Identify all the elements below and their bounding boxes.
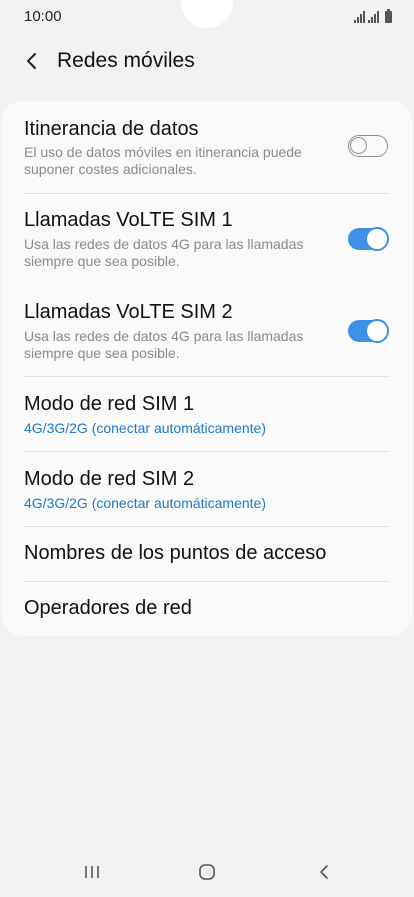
status-time: 10:00: [24, 8, 62, 25]
recent-apps-button[interactable]: [72, 858, 112, 886]
camera-notch: [181, 0, 233, 28]
setting-value: 4G/3G/2G (conectar automáticamente): [24, 495, 266, 511]
status-icons: [354, 9, 392, 23]
back-button[interactable]: [16, 46, 48, 76]
setting-value: 4G/3G/2G (conectar automáticamente): [24, 420, 266, 436]
signal-sim1-icon: [354, 11, 365, 23]
signal-sim2-icon: [368, 11, 379, 23]
volte-sim2-toggle[interactable]: [348, 319, 389, 343]
setting-title: Itinerancia de datos: [24, 118, 199, 140]
back-icon: [320, 865, 328, 879]
setting-title: Llamadas VoLTE SIM 2: [24, 301, 233, 323]
recent-apps-icon: [85, 866, 99, 878]
page-title: Redes móviles: [57, 49, 195, 72]
header: Redes móviles: [0, 36, 414, 86]
setting-network-mode-sim2[interactable]: Modo de red SIM 2 4G/3G/2G (conectar aut…: [2, 452, 412, 526]
volte-sim1-toggle[interactable]: [348, 227, 389, 251]
home-button[interactable]: [187, 858, 227, 886]
home-icon: [199, 864, 215, 880]
setting-title: Llamadas VoLTE SIM 1: [24, 209, 233, 231]
settings-card: Itinerancia de datos El uso de datos móv…: [2, 101, 412, 636]
data-roaming-toggle[interactable]: [348, 135, 388, 157]
setting-network-mode-sim1[interactable]: Modo de red SIM 1 4G/3G/2G (conectar aut…: [2, 377, 412, 451]
setting-volte-sim2[interactable]: Llamadas VoLTE SIM 2 Usa las redes de da…: [2, 285, 412, 376]
setting-title: Modo de red SIM 1: [24, 393, 195, 415]
setting-volte-sim1[interactable]: Llamadas VoLTE SIM 1 Usa las redes de da…: [2, 194, 412, 285]
battery-icon: [385, 9, 392, 23]
setting-title: Nombres de los puntos de acceso: [24, 542, 327, 564]
setting-title: Modo de red SIM 2: [24, 468, 195, 490]
setting-title: Operadores de red: [24, 597, 192, 619]
setting-description: Usa las redes de datos 4G para las llama…: [24, 236, 304, 269]
setting-access-point-names[interactable]: Nombres de los puntos de acceso: [2, 527, 412, 581]
setting-description: Usa las redes de datos 4G para las llama…: [24, 328, 304, 361]
chevron-left-icon: [27, 53, 36, 69]
setting-network-operators[interactable]: Operadores de red: [2, 582, 412, 636]
setting-description: El uso de datos móviles en itinerancia p…: [24, 144, 302, 177]
toggle-knob: [365, 319, 389, 343]
system-back-button[interactable]: [304, 858, 344, 886]
setting-data-roaming[interactable]: Itinerancia de datos El uso de datos móv…: [2, 101, 412, 193]
status-bar: 10:00: [0, 0, 414, 34]
navigation-bar: [0, 848, 414, 896]
toggle-knob: [365, 227, 389, 251]
toggle-knob: [350, 137, 367, 154]
